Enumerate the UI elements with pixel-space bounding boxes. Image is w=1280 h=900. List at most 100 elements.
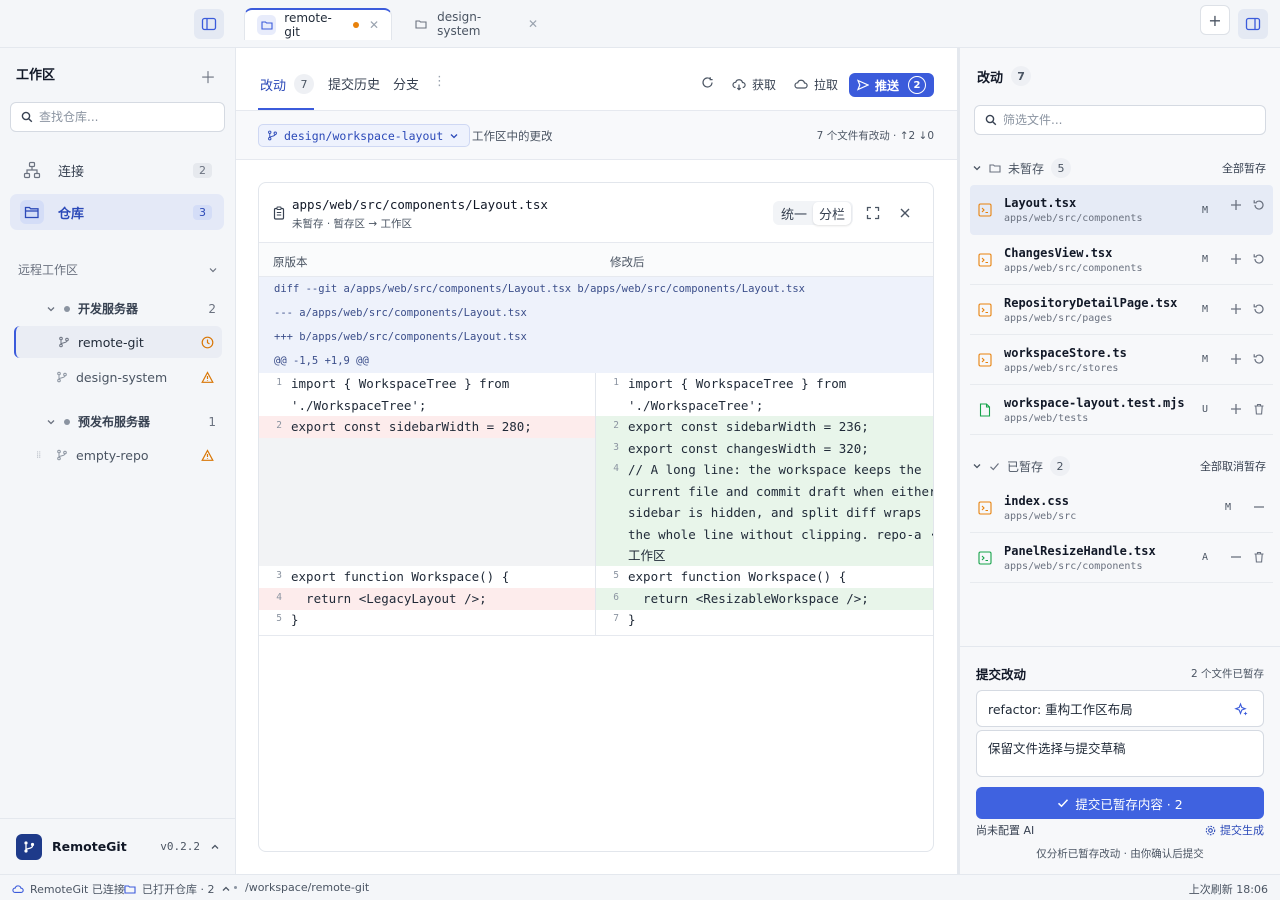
stage-all-button[interactable]: 全部暂存 xyxy=(1222,160,1266,176)
close-tab-icon[interactable]: ✕ xyxy=(528,17,538,31)
unstage-all-button[interactable]: 全部取消暂存 xyxy=(1200,458,1266,474)
app-footer[interactable]: RemoteGit v0.2.2 xyxy=(0,818,236,874)
pull-button[interactable]: 拉取 xyxy=(794,76,838,93)
diff-line: export function Workspace() { xyxy=(291,569,510,584)
diff-filler xyxy=(259,416,596,566)
commit-description-input[interactable]: 保留文件选择与提交草稿 xyxy=(976,730,1264,777)
push-label: 推送 xyxy=(875,78,900,93)
tab-design-system[interactable]: design-system ✕ xyxy=(400,8,550,40)
open-repos-status[interactable]: 已打开仓库 · 2 xyxy=(124,881,231,897)
repo-name: design-system xyxy=(76,369,168,385)
sidebar-item-repositories[interactable]: 仓库 3 xyxy=(10,194,224,230)
diff-file-path: apps/web/src/components/Layout.tsx xyxy=(292,197,548,212)
split-mode-button[interactable]: 分栏 xyxy=(813,201,852,225)
toggle-sidebar-button[interactable] xyxy=(194,9,224,39)
unstaged-section-header[interactable]: 未暂存 5 全部暂存 xyxy=(972,158,1266,178)
stage-file-button[interactable] xyxy=(1230,253,1242,265)
diff-line-added: return <ResizableWorkspace />; xyxy=(628,591,869,606)
file-status: M xyxy=(1225,502,1232,513)
discard-changes-button[interactable] xyxy=(1253,353,1265,365)
discard-changes-button[interactable] xyxy=(1253,253,1265,265)
commit-staged-button[interactable]: 提交已暂存内容 · 2 xyxy=(976,787,1264,819)
commit-panel: 提交改动 2 个文件已暂存 refactor: 重构工作区布局 保留文件选择与提… xyxy=(960,646,1280,874)
section-label: 远程工作区 xyxy=(18,263,79,277)
diff-line-removed: export const sidebarWidth = 280; xyxy=(291,419,532,434)
staged-file[interactable]: PanelResizeHandle.tsx apps/web/src/compon… xyxy=(970,533,1273,583)
delete-file-button[interactable] xyxy=(1253,551,1265,563)
file-filter[interactable] xyxy=(974,105,1266,135)
changed-file[interactable]: workspace-layout.test.mjs apps/web/tests … xyxy=(970,385,1273,435)
changed-file[interactable]: workspaceStore.ts apps/web/src/stores M xyxy=(970,335,1273,385)
changed-file[interactable]: ChangesView.tsx apps/web/src/components M xyxy=(970,235,1273,285)
repo-search[interactable] xyxy=(10,102,225,132)
refresh-button[interactable] xyxy=(701,76,714,89)
ai-status: 尚未配置 AI xyxy=(976,824,1035,837)
sidebar-title: 工作区 xyxy=(16,68,56,83)
unstage-file-button[interactable] xyxy=(1253,501,1265,513)
search-input[interactable] xyxy=(39,110,209,124)
count-badge: 3 xyxy=(193,204,212,220)
push-button[interactable]: 推送 2 xyxy=(849,73,934,97)
stage-file-button[interactable] xyxy=(1230,199,1242,211)
sparkles-icon[interactable] xyxy=(1234,702,1249,717)
stage-file-button[interactable] xyxy=(1230,403,1242,415)
tab-history[interactable]: 提交历史 xyxy=(328,74,380,93)
expand-icon[interactable] xyxy=(866,206,880,220)
app-logo-icon xyxy=(16,833,42,860)
line-number: 1 xyxy=(613,377,619,388)
workspace-sidebar: 工作区 ＋ 连接 2 仓库 3 远程工作区 开发服务器 2 remote-git… xyxy=(0,48,236,874)
drag-handle-icon[interactable]: ⁞⁞ xyxy=(36,450,41,461)
diff-viewer: apps/web/src/components/Layout.tsx 未暂存 ·… xyxy=(258,182,934,852)
count-badge: 2 xyxy=(193,162,212,178)
diff-line: } xyxy=(628,612,636,627)
diff-line: import { WorkspaceTree } from xyxy=(291,376,510,391)
diff-column-headers: 原版本 修改后 xyxy=(259,243,933,277)
sidebar-item-connections[interactable]: 连接 2 xyxy=(10,152,224,188)
discard-changes-button[interactable] xyxy=(1253,303,1265,315)
toggle-changes-panel-button[interactable] xyxy=(1238,9,1268,39)
check-icon xyxy=(1058,799,1069,808)
commit-summary-text: refactor: 重构工作区布局 xyxy=(988,702,1133,717)
fetch-button[interactable]: 获取 xyxy=(732,76,776,93)
remote-workspaces-header[interactable]: 远程工作区 xyxy=(18,261,218,278)
ai-settings-link[interactable]: 提交生成 xyxy=(1205,822,1264,838)
repo-item[interactable]: ⁞⁞ empty-repo xyxy=(14,439,222,471)
file-path: apps/web/src/components xyxy=(1004,262,1143,274)
staged-file[interactable]: index.css apps/web/src M xyxy=(970,483,1273,533)
unified-mode-button[interactable]: 统一 xyxy=(775,202,813,225)
plus-icon xyxy=(1231,404,1241,414)
staged-section-header[interactable]: 已暂存 2 全部取消暂存 xyxy=(972,456,1266,476)
repo-item[interactable]: remote-git xyxy=(14,326,222,358)
stage-file-button[interactable] xyxy=(1230,303,1242,315)
unstage-file-button[interactable] xyxy=(1230,551,1242,563)
tab-remote-git[interactable]: remote-git ✕ xyxy=(244,8,392,40)
folder-icon xyxy=(989,164,1001,173)
commit-summary-input[interactable]: refactor: 重构工作区布局 xyxy=(976,690,1264,727)
add-workspace-button[interactable]: ＋ xyxy=(200,64,216,88)
filter-input[interactable] xyxy=(1003,113,1173,127)
discard-changes-button[interactable] xyxy=(1253,199,1265,211)
more-tabs-icon[interactable]: ⋮ xyxy=(433,74,446,89)
branch-selector[interactable]: design/workspace-layout xyxy=(258,124,471,147)
connection-status[interactable]: RemoteGit 已连接 xyxy=(12,881,125,897)
tab-changes[interactable]: 改动 7 xyxy=(260,74,315,94)
branch-bar: design/workspace-layout 工作区中的更改 7 个文件有改动… xyxy=(236,111,957,160)
open-repos-label: 已打开仓库 · 2 xyxy=(142,883,215,896)
stage-file-button[interactable] xyxy=(1230,353,1242,365)
close-tab-icon[interactable]: ✕ xyxy=(369,18,379,32)
changed-file[interactable]: RepositoryDetailPage.tsx apps/web/src/pag… xyxy=(970,285,1273,335)
server-staging[interactable]: 预发布服务器 1 xyxy=(46,413,216,430)
modified-dot xyxy=(353,22,359,28)
diff-header: apps/web/src/components/Layout.tsx 未暂存 ·… xyxy=(259,183,933,243)
file-name: PanelResizeHandle.tsx xyxy=(1004,543,1156,558)
chevron-down-icon xyxy=(47,419,55,424)
new-tab-button[interactable]: + xyxy=(1200,5,1230,35)
changed-file[interactable]: Layout.tsx apps/web/src/components M xyxy=(970,185,1273,235)
chevron-up-icon[interactable] xyxy=(210,842,220,852)
tab-branches[interactable]: 分支 xyxy=(393,74,419,93)
delete-file-button[interactable] xyxy=(1253,403,1265,415)
close-icon[interactable] xyxy=(899,207,911,219)
repo-item[interactable]: design-system xyxy=(14,361,222,393)
server-dev[interactable]: 开发服务器 2 xyxy=(46,300,216,317)
git-branch-icon xyxy=(59,336,69,348)
